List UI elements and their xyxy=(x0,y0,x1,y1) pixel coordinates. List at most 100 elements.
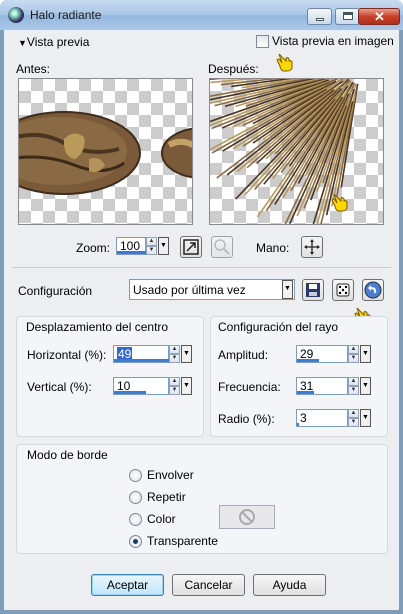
zoom-label: Zoom: xyxy=(76,241,111,255)
preview-toggle[interactable]: ▼Vista previa xyxy=(18,35,89,49)
pan-button[interactable] xyxy=(301,236,323,258)
center-offset-title: Desplazamiento del centro xyxy=(26,320,169,334)
frequency-dropdown[interactable]: ▼ xyxy=(360,377,371,395)
divider xyxy=(12,267,391,268)
horizontal-bar xyxy=(114,359,170,362)
edge-option-color[interactable]: Color xyxy=(147,512,176,526)
up-arrow-icon[interactable]: ▲ xyxy=(348,409,359,418)
down-arrow-icon[interactable]: ▼ xyxy=(146,246,157,255)
frequency-bar xyxy=(297,391,314,394)
vertical-label: Vertical (%): xyxy=(27,380,92,394)
amplitude-stepper[interactable]: ▲ ▼ xyxy=(348,345,359,363)
radius-bar xyxy=(297,423,299,426)
radius-stepper[interactable]: ▲ ▼ xyxy=(348,409,359,427)
center-offset-group: Desplazamiento del centro Horizontal (%)… xyxy=(16,316,204,437)
magnifier-icon xyxy=(214,239,230,255)
horizontal-dropdown[interactable]: ▼ xyxy=(181,345,192,363)
amplitude-input[interactable]: 29 xyxy=(296,345,348,363)
frequency-stepper[interactable]: ▲ ▼ xyxy=(348,377,359,395)
zoom-input[interactable]: 100 xyxy=(116,237,147,255)
radius-input[interactable]: 3 xyxy=(296,409,348,427)
ray-settings-group: Configuración del rayo Amplitud: 29 ▲ ▼ ▼… xyxy=(210,316,388,437)
down-arrow-icon[interactable]: ▼ xyxy=(348,418,359,427)
edge-radio-transparent[interactable] xyxy=(129,535,142,548)
up-arrow-icon[interactable]: ▲ xyxy=(348,345,359,354)
vertical-input[interactable]: 10 xyxy=(113,377,169,395)
preview-toggle-label: Vista previa xyxy=(26,35,90,49)
zoom-actual-button[interactable] xyxy=(211,236,233,258)
edge-mode-title: Modo de borde xyxy=(27,448,108,462)
maximize-button[interactable] xyxy=(335,8,360,25)
close-button[interactable]: ✕ xyxy=(358,8,400,25)
up-arrow-icon[interactable]: ▲ xyxy=(169,377,180,386)
live-preview-label[interactable]: Vista previa en imagen xyxy=(272,34,394,48)
title-bar[interactable]: Halo radiante ✕ xyxy=(0,0,403,30)
after-preview-image xyxy=(210,79,359,224)
dialog-window: Halo radiante ✕ ▼Vista previa Vista prev… xyxy=(0,0,403,614)
save-preset-button[interactable] xyxy=(302,279,324,301)
zoom-stepper[interactable]: ▲ ▼ xyxy=(146,237,157,255)
zoom-bar xyxy=(117,251,147,254)
hand-pointer-icon xyxy=(276,53,293,72)
minimize-button[interactable] xyxy=(307,8,332,25)
cancel-button[interactable]: Cancelar xyxy=(172,574,245,596)
vertical-stepper[interactable]: ▲ ▼ xyxy=(169,377,180,395)
edge-radio-color[interactable] xyxy=(129,513,142,526)
hand-pointer-icon xyxy=(331,193,348,212)
zoom-dropdown[interactable]: ▼ xyxy=(158,237,169,255)
preset-value: Usado por última vez xyxy=(133,283,246,297)
down-arrow-icon[interactable]: ▼ xyxy=(348,386,359,395)
before-label: Antes: xyxy=(16,62,51,76)
edge-option-transparent[interactable]: Transparente xyxy=(147,534,218,548)
edge-mode-group: Modo de borde Envolver Repetir Color Tra… xyxy=(16,444,388,554)
radius-label: Radio (%): xyxy=(218,412,275,426)
frequency-input[interactable]: 31 xyxy=(296,377,348,395)
up-arrow-icon[interactable]: ▲ xyxy=(169,345,180,354)
undo-icon xyxy=(364,281,382,299)
down-arrow-icon[interactable]: ▼ xyxy=(169,386,180,395)
vertical-dropdown[interactable]: ▼ xyxy=(181,377,192,395)
edge-radio-repeat[interactable] xyxy=(129,491,142,504)
window-title: Halo radiante xyxy=(30,8,102,22)
down-arrow-icon[interactable]: ▼ xyxy=(169,354,180,363)
save-icon xyxy=(306,283,320,297)
live-preview-checkbox[interactable] xyxy=(256,35,269,48)
horizontal-stepper[interactable]: ▲ ▼ xyxy=(169,345,180,363)
move-icon xyxy=(304,239,320,255)
radius-value: 3 xyxy=(300,411,307,425)
triangle-down-icon: ▼ xyxy=(18,38,27,48)
pan-label: Mano: xyxy=(256,241,290,255)
frequency-label: Frecuencia: xyxy=(218,380,281,394)
zoom-fit-icon xyxy=(183,239,199,255)
settings-label: Configuración xyxy=(18,284,93,298)
edge-option-repeat[interactable]: Repetir xyxy=(147,490,186,504)
amplitude-label: Amplitud: xyxy=(218,348,269,362)
app-icon xyxy=(8,7,24,23)
reset-button[interactable] xyxy=(362,279,384,301)
edge-radio-wrap[interactable] xyxy=(129,469,142,482)
chevron-down-icon[interactable]: ▼ xyxy=(282,280,293,299)
edge-option-wrap[interactable]: Envolver xyxy=(147,468,194,482)
horizontal-label: Horizontal (%): xyxy=(27,348,107,362)
vertical-bar xyxy=(114,391,146,394)
zoom-to-fit-button[interactable] xyxy=(180,236,202,258)
radius-dropdown[interactable]: ▼ xyxy=(360,409,371,427)
after-label: Después: xyxy=(208,62,259,76)
close-icon: ✕ xyxy=(374,9,385,24)
randomize-button[interactable] xyxy=(332,279,354,301)
help-button[interactable]: Ayuda xyxy=(253,574,326,596)
up-arrow-icon[interactable]: ▲ xyxy=(348,377,359,386)
ok-button[interactable]: Aceptar xyxy=(91,574,164,596)
after-preview[interactable] xyxy=(209,78,384,225)
edge-color-swatch[interactable] xyxy=(219,505,275,529)
before-preview[interactable] xyxy=(18,78,193,225)
ray-settings-title: Configuración del rayo xyxy=(218,320,339,334)
down-arrow-icon[interactable]: ▼ xyxy=(348,354,359,363)
dialog-body: ▼Vista previa Vista previa en imagen Ant… xyxy=(4,30,399,610)
horizontal-input[interactable]: 49 xyxy=(113,345,170,363)
no-color-icon xyxy=(239,509,255,525)
amplitude-bar xyxy=(297,359,319,362)
amplitude-dropdown[interactable]: ▼ xyxy=(360,345,371,363)
preset-dropdown[interactable]: Usado por última vez ▼ xyxy=(129,279,295,300)
up-arrow-icon[interactable]: ▲ xyxy=(146,237,157,246)
